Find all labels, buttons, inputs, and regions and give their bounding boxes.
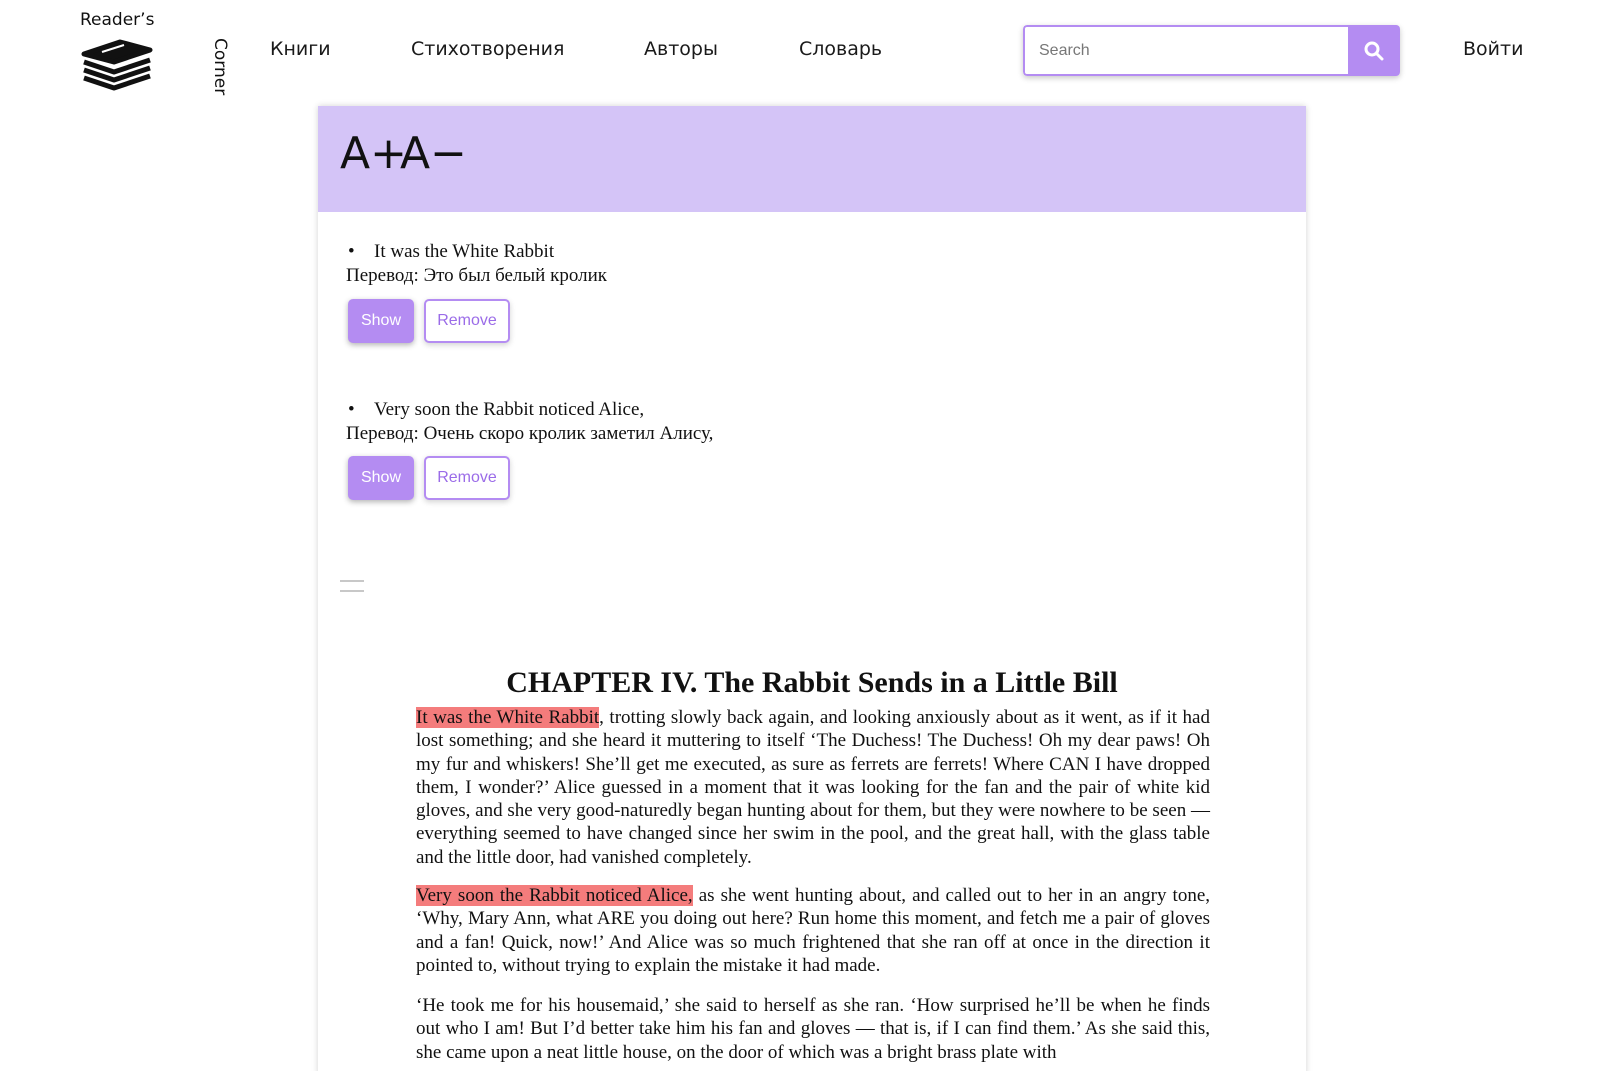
menu-icon[interactable] [340, 580, 364, 596]
search-bar [1023, 25, 1400, 76]
logo[interactable]: Reader’s Corner [80, 8, 230, 98]
phrase-translation: Перевод: Это был белый кролик [346, 265, 607, 286]
phrase-actions: Show Remove [348, 456, 510, 500]
books-icon [81, 39, 153, 91]
phrase-text: Very soon the Rabbit noticed Alice, [374, 399, 645, 420]
nav-poems[interactable]: Стихотворения [411, 38, 564, 60]
search-icon [1364, 41, 1384, 60]
reader-panel: A+ A− • It was the White Rabbit Перевод: … [318, 106, 1306, 1071]
highlighted-phrase[interactable]: It was the White Rabbit [416, 707, 600, 728]
nav-books[interactable]: Книги [270, 38, 331, 60]
paragraph: Very soon the Rabbit noticed Alice, as s… [416, 885, 1211, 976]
font-size-bar: A+ A− [318, 106, 1306, 212]
saved-phrase: • Very soon the Rabbit noticed Alice, Пер… [346, 398, 713, 446]
paragraph: It was the White Rabbit, trotting slowly… [416, 707, 1210, 868]
highlighted-phrase[interactable]: Very soon the Rabbit noticed Alice, [416, 885, 693, 906]
show-button[interactable]: Show [348, 299, 414, 343]
search-button[interactable] [1348, 25, 1400, 76]
nav-dictionary[interactable]: Словарь [799, 38, 882, 60]
logo-text-side: Corner [210, 38, 230, 96]
nav-authors[interactable]: Авторы [644, 38, 718, 60]
paragraph: ‘He took me for his housemaid,’ she said… [416, 995, 1210, 1063]
font-increase-button[interactable]: A+ [340, 132, 407, 176]
login-link[interactable]: Войти [1463, 38, 1523, 60]
top-navbar: Reader’s Corner Книги Стихотворения Авто… [0, 0, 1607, 100]
remove-button[interactable]: Remove [424, 456, 510, 500]
remove-button[interactable]: Remove [424, 299, 510, 343]
font-decrease-button[interactable]: A− [400, 132, 467, 176]
phrase-translation: Перевод: Очень скоро кролик заметил Алис… [346, 423, 714, 444]
logo-text-top: Reader’s [80, 10, 155, 30]
phrase-actions: Show Remove [348, 299, 510, 343]
phrase-text: It was the White Rabbit [374, 241, 555, 262]
search-input[interactable] [1023, 25, 1348, 76]
bullet-icon: • [348, 241, 355, 262]
show-button[interactable]: Show [348, 456, 414, 500]
bullet-icon: • [348, 399, 355, 420]
saved-phrase: • It was the White Rabbit Перевод: Это бы… [346, 240, 607, 288]
chapter-title: CHAPTER IV. The Rabbit Sends in a Little… [506, 666, 1118, 699]
